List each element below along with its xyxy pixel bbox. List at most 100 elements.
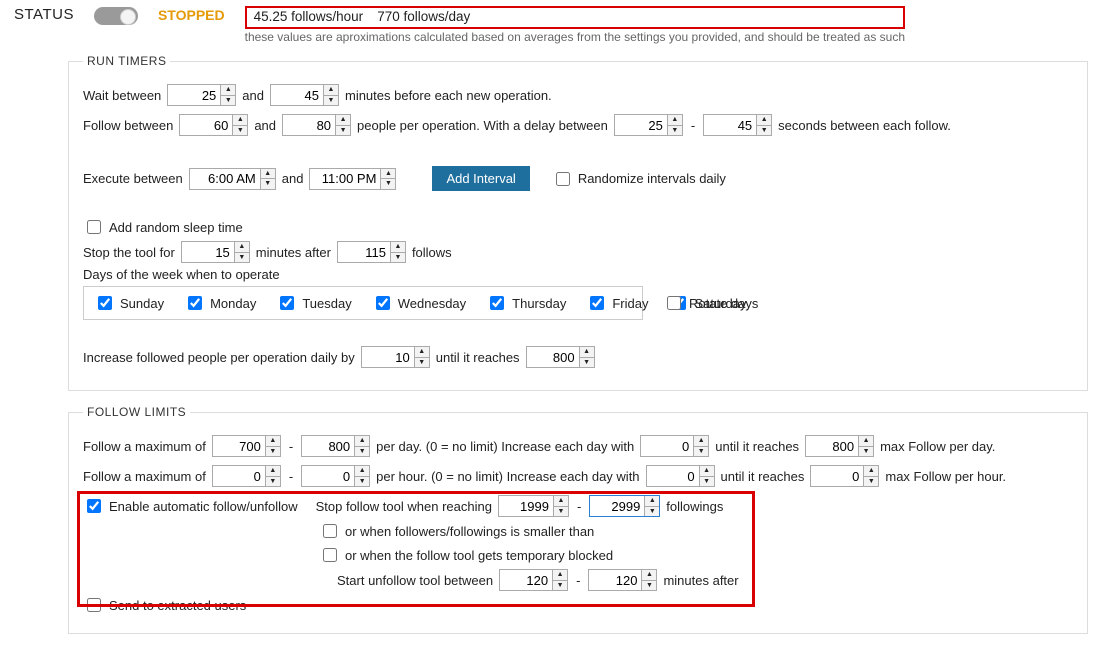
spinner-icon[interactable]: ▲▼	[390, 242, 405, 262]
spinner-icon[interactable]: ▲▼	[265, 466, 280, 486]
spinner-icon[interactable]: ▲▼	[260, 169, 275, 189]
until-label-2: until it reaches	[721, 469, 805, 484]
follow-mid: people per operation. With a delay betwe…	[357, 118, 608, 133]
spinner-icon[interactable]: ▲▼	[380, 169, 395, 189]
status-state: STOPPED	[158, 7, 225, 23]
rates-box: 45.25 follows/hour 770 follows/day	[245, 6, 905, 29]
spinner-icon[interactable]: ▲▼	[641, 570, 656, 590]
increase-label: Increase followed people per operation d…	[83, 350, 355, 365]
wait-between-label: Wait between	[83, 88, 161, 103]
follow-tail: seconds between each follow.	[778, 118, 951, 133]
spinner-icon[interactable]: ▲▼	[323, 85, 338, 105]
unfollow-hi-input[interactable]	[589, 570, 641, 590]
rates-wrap: 45.25 follows/hour 770 follows/day these…	[245, 6, 905, 44]
enable-auto-checkbox[interactable]: Enable automatic follow/unfollow	[83, 496, 298, 516]
dash: -	[574, 573, 582, 588]
spinner-icon[interactable]: ▲▼	[553, 496, 568, 516]
follow-max-input[interactable]	[283, 115, 335, 135]
stop-lo-input[interactable]	[499, 496, 553, 516]
day-friday[interactable]: Friday	[586, 293, 648, 313]
add-sleep-label: Add random sleep time	[109, 220, 243, 235]
start-unfollow-label: Start unfollow tool between	[337, 573, 493, 588]
per-hour-label: per hour. (0 = no limit) Increase each d…	[376, 469, 639, 484]
follow-limits-legend: FOLLOW LIMITS	[83, 405, 190, 419]
spinner-icon[interactable]: ▲▼	[354, 466, 369, 486]
spinner-icon[interactable]: ▲▼	[354, 436, 369, 456]
day-tail: max Follow per day.	[880, 439, 995, 454]
days-box: Sunday Monday Tuesday Wednesday Thursday…	[83, 286, 643, 320]
stop-hi-input[interactable]	[590, 496, 644, 516]
status-toggle[interactable]	[94, 7, 138, 25]
or-ratio-checkbox[interactable]: or when followers/followings is smaller …	[319, 521, 594, 541]
spinner-icon[interactable]: ▲▼	[667, 115, 682, 135]
spinner-icon[interactable]: ▲▼	[265, 436, 280, 456]
follow-min-input[interactable]	[180, 115, 232, 135]
or-blocked-checkbox[interactable]: or when the follow tool gets temporary b…	[319, 545, 613, 565]
delay-min-input[interactable]	[615, 115, 667, 135]
rotate-days-checkbox[interactable]: Rotate days	[663, 293, 758, 313]
add-sleep-checkbox[interactable]: Add random sleep time	[83, 217, 243, 237]
dash: -	[287, 469, 295, 484]
hour-max-input[interactable]	[302, 466, 354, 486]
delay-max-input[interactable]	[704, 115, 756, 135]
auto-follow-block: Enable automatic follow/unfollow Stop fo…	[83, 495, 1073, 591]
spinner-icon[interactable]: ▲▼	[693, 436, 708, 456]
day-thursday[interactable]: Thursday	[486, 293, 566, 313]
day-inc-input[interactable]	[641, 436, 693, 456]
spinner-icon[interactable]: ▲▼	[234, 242, 249, 262]
day-monday[interactable]: Monday	[184, 293, 256, 313]
day-wednesday[interactable]: Wednesday	[372, 293, 466, 313]
day-min-input[interactable]	[213, 436, 265, 456]
exec-to-input[interactable]	[310, 169, 380, 189]
and-label-2: and	[254, 118, 276, 133]
unfollow-lo-input[interactable]	[500, 570, 552, 590]
spinner-icon[interactable]: ▲▼	[335, 115, 350, 135]
hour-min-input[interactable]	[213, 466, 265, 486]
spinner-icon[interactable]: ▲▼	[552, 570, 567, 590]
spinner-icon[interactable]: ▲▼	[644, 496, 659, 516]
stop-tool-after[interactable]	[338, 242, 390, 262]
or-blocked-label: or when the follow tool gets temporary b…	[345, 548, 613, 563]
stop-when-label: Stop follow tool when reaching	[316, 499, 492, 514]
max-hour-label: Follow a maximum of	[83, 469, 206, 484]
randomize-checkbox[interactable]: Randomize intervals daily	[552, 169, 726, 189]
execute-between-label: Execute between	[83, 171, 183, 186]
dash: -	[575, 499, 583, 514]
spinner-icon[interactable]: ▲▼	[699, 466, 714, 486]
wait-tail: minutes before each new operation.	[345, 88, 552, 103]
stop-tool-value[interactable]	[182, 242, 234, 262]
and-label-3: and	[282, 171, 304, 186]
increase-by-input[interactable]	[362, 347, 414, 367]
spinner-icon[interactable]: ▲▼	[756, 115, 771, 135]
status-row: STATUS STOPPED 45.25 follows/hour 770 fo…	[10, 6, 1090, 50]
spinner-icon[interactable]: ▲▼	[863, 466, 878, 486]
dash: -	[689, 118, 697, 133]
spinner-icon[interactable]: ▲▼	[579, 347, 594, 367]
max-day-label: Follow a maximum of	[83, 439, 206, 454]
dash: -	[287, 439, 295, 454]
spinner-icon[interactable]: ▲▼	[858, 436, 873, 456]
day-sunday[interactable]: Sunday	[94, 293, 164, 313]
spinner-icon[interactable]: ▲▼	[414, 347, 429, 367]
rate-per-hour: 45.25 follows/hour	[254, 9, 364, 24]
day-tuesday[interactable]: Tuesday	[276, 293, 351, 313]
spinner-icon[interactable]: ▲▼	[232, 115, 247, 135]
add-interval-button[interactable]: Add Interval	[432, 166, 529, 191]
follow-between-label: Follow between	[83, 118, 173, 133]
spinner-icon[interactable]: ▲▼	[220, 85, 235, 105]
follow-limits-section: FOLLOW LIMITS Follow a maximum of ▲▼ - ▲…	[68, 405, 1088, 634]
followings-label: followings	[666, 499, 723, 514]
run-timers-legend: RUN TIMERS	[83, 54, 170, 68]
or-ratio-label: or when followers/followings is smaller …	[345, 524, 594, 539]
wait-max-input[interactable]	[271, 85, 323, 105]
exec-from-input[interactable]	[190, 169, 260, 189]
increase-limit-input[interactable]	[527, 347, 579, 367]
hour-reach-input[interactable]	[811, 466, 863, 486]
wait-min-input[interactable]	[168, 85, 220, 105]
send-extracted-checkbox[interactable]: Send to extracted users	[83, 595, 246, 615]
randomize-label: Randomize intervals daily	[578, 171, 726, 186]
hour-inc-input[interactable]	[647, 466, 699, 486]
day-reach-input[interactable]	[806, 436, 858, 456]
per-day-label: per day. (0 = no limit) Increase each da…	[376, 439, 634, 454]
day-max-input[interactable]	[302, 436, 354, 456]
